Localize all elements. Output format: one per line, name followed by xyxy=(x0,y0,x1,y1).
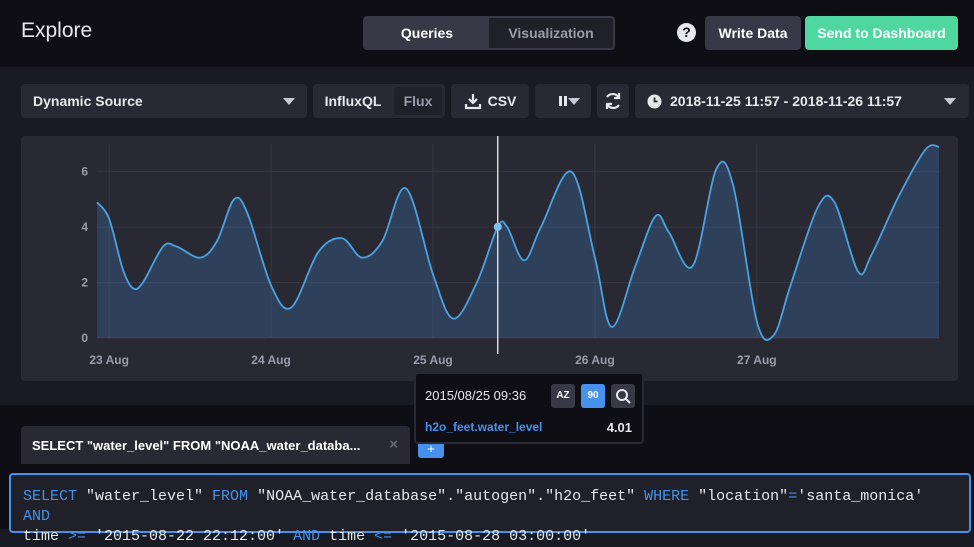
query-time-end: '2015-08-28 03:00:00' xyxy=(392,528,591,545)
y-tick-label: 6 xyxy=(81,165,88,179)
y-tick-label: 2 xyxy=(81,276,88,290)
kw-and-2: AND xyxy=(293,528,321,545)
x-tick-label: 24 Aug xyxy=(251,353,291,367)
send-to-dashboard-button[interactable]: Send to Dashboard xyxy=(805,16,958,50)
query-time-field-2: time xyxy=(320,528,375,545)
query-tag-value: 'santa_monica' xyxy=(797,488,933,505)
clock-icon xyxy=(647,94,662,108)
time-range-dropdown[interactable]: 2018-11-25 11:57 - 2018-11-26 11:57 xyxy=(635,84,969,118)
tooltip-time: 2015/08/25 09:36 xyxy=(425,388,527,403)
chevron-down-icon xyxy=(944,98,956,105)
kw-select: SELECT xyxy=(23,488,78,505)
tooltip-value: 4.01 xyxy=(606,420,632,435)
view-toggle: Queries Visualization xyxy=(363,16,615,50)
refresh-icon xyxy=(605,92,621,110)
refresh-button[interactable] xyxy=(597,84,629,118)
query-tab[interactable]: SELECT "water_level" FROM "NOAA_water_da… xyxy=(21,426,410,464)
graph-panel[interactable]: 0 2 4 6 23 Aug 24 Aug 25 Aug 26 Aug 27 Aug xyxy=(21,136,958,381)
help-icon[interactable]: ? xyxy=(677,23,696,42)
sort-az-icon[interactable]: AZ xyxy=(551,384,575,408)
csv-button[interactable]: CSV xyxy=(451,84,529,118)
pause-dropdown[interactable] xyxy=(535,84,591,118)
query-measurement: "NOAA_water_database"."autogen"."h2o_fee… xyxy=(248,488,645,505)
kw-where: WHERE xyxy=(644,488,690,505)
chevron-down-icon xyxy=(568,98,580,105)
op-lte: <= xyxy=(374,528,393,545)
query-time-start: '2015-08-22 22:12:00' xyxy=(86,528,294,545)
lang-influxql[interactable]: InfluxQL xyxy=(313,93,393,109)
x-tick-label: 27 Aug xyxy=(737,353,777,367)
tab-visualization[interactable]: Visualization xyxy=(489,18,613,48)
kw-and: AND xyxy=(23,508,51,525)
close-icon[interactable]: × xyxy=(389,436,398,453)
tooltip-series-name: h2o_feet.water_level xyxy=(425,420,543,434)
x-tick-label: 26 Aug xyxy=(575,353,615,367)
page-title: Explore xyxy=(21,19,93,42)
y-tick-label: 0 xyxy=(81,331,88,345)
csv-label: CSV xyxy=(487,93,517,109)
kw-from: FROM xyxy=(212,488,249,505)
search-icon[interactable] xyxy=(611,384,635,408)
download-icon xyxy=(464,94,481,110)
write-data-button[interactable]: Write Data xyxy=(705,16,801,50)
op-eq: = xyxy=(788,488,798,505)
query-tag: "location" xyxy=(689,488,789,505)
hover-tooltip: 2015/08/25 09:36 AZ 90 h2o_feet.water_le… xyxy=(414,372,644,444)
y-tick-label: 4 xyxy=(81,220,88,234)
hover-point xyxy=(493,222,502,231)
query-editor[interactable]: SELECT "water_level" FROM "NOAA_water_da… xyxy=(9,473,971,545)
series-area xyxy=(97,145,939,341)
chevron-down-icon xyxy=(283,98,295,105)
lang-flux[interactable]: Flux xyxy=(394,87,442,115)
query-field: "water_level" xyxy=(77,488,213,505)
water-level-chart[interactable]: 0 2 4 6 23 Aug 24 Aug 25 Aug 26 Aug 27 Aug xyxy=(21,136,958,381)
source-dropdown[interactable]: Dynamic Source xyxy=(21,84,307,118)
op-gte: >= xyxy=(68,528,87,545)
source-label: Dynamic Source xyxy=(33,93,143,109)
language-toggle: InfluxQL Flux xyxy=(313,84,445,118)
sort-09-icon[interactable]: 90 xyxy=(581,384,605,408)
time-range-label: 2018-11-25 11:57 - 2018-11-26 11:57 xyxy=(670,93,902,109)
query-time-field: time xyxy=(23,528,69,545)
x-tick-label: 23 Aug xyxy=(89,353,129,367)
query-tab-label: SELECT "water_level" FROM "NOAA_water_da… xyxy=(32,437,361,453)
x-tick-label: 25 Aug xyxy=(413,353,453,367)
tab-queries[interactable]: Queries xyxy=(365,18,489,48)
